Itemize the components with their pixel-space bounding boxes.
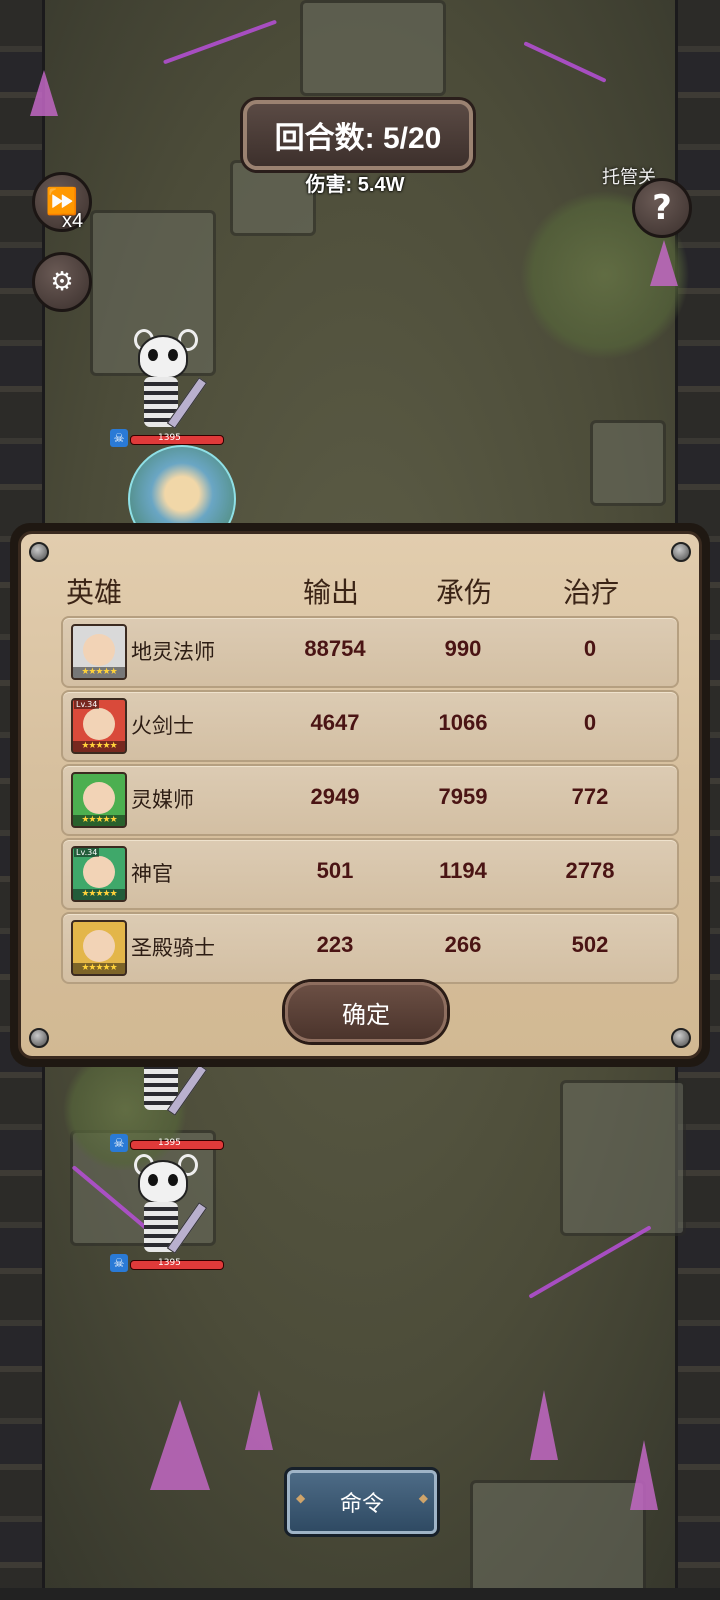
skull-badge-icon: ☠ [110,1254,128,1272]
supply-crates [470,1480,646,1596]
hero-portrait: ★★★★★ [71,772,127,828]
rivet [29,542,49,562]
hero-name: 地灵法师 [131,640,215,664]
rivet [671,542,691,562]
purple-crystal [630,1440,658,1510]
purple-crystal [650,240,678,286]
table-row: ★★★★★ 地灵法师 88754 990 0 [61,616,679,688]
floor-stone [590,420,666,506]
floor-stone [560,1080,686,1236]
hp-value: 1395 [158,433,181,443]
level-badge: Lv.34 [74,700,100,709]
hero-face [83,856,115,888]
question-icon: ? [652,188,672,228]
hero-portrait: ★★★★★ [71,920,127,976]
hero-portrait: Lv.34 ★★★★★ [71,846,127,902]
output-value: 4647 [310,710,360,735]
damage-taken-value: 7959 [438,784,488,809]
output-value: 2949 [310,784,360,809]
hero-name: 灵媒师 [131,788,194,812]
hp-value: 1395 [158,1138,181,1148]
hero-portrait: ★★★★★ [71,624,127,680]
command-label: 命令 [339,1492,384,1517]
command-button[interactable]: 命令 [287,1470,437,1534]
table-row: ★★★★★ 圣殿骑士 223 266 502 [61,912,679,984]
healing-value: 502 [571,932,609,957]
purple-crack [523,41,607,83]
hero-face [83,708,115,740]
supply-crates [300,0,446,96]
purple-crystal [30,70,58,116]
healing-value: 0 [583,710,597,735]
skull-badge-icon: ☠ [110,1134,128,1152]
column-header-damage-taken: 承伤 [436,576,493,609]
purple-crystal [245,1390,273,1450]
hero-face [83,634,115,666]
damage-taken-value: 266 [444,932,482,957]
parchment: 英雄 输出 承伤 治疗 ★★★★★ 地灵法师 88754 990 0 Lv.34… [18,531,702,1059]
confirm-button[interactable]: 确定 [285,982,447,1042]
healing-value: 0 [583,636,597,661]
column-header-output: 输出 [303,576,360,609]
star-rating: ★★★★★ [73,667,125,678]
skull [138,1160,188,1204]
table-row: Lv.34 ★★★★★ 火剑士 4647 1066 0 [61,690,679,762]
total-damage: 伤害: 5.4W [305,174,405,196]
hero-face [83,930,115,962]
damage-taken-value: 1194 [439,858,487,883]
star-rating: ★★★★★ [73,741,125,752]
battle-stats-panel: 英雄 输出 承伤 治疗 ★★★★★ 地灵法师 88754 990 0 Lv.34… [10,523,710,1067]
hero-name: 圣殿骑士 [131,936,215,960]
round-counter-text: 回合数: 5/20 [274,122,442,155]
star-rating: ★★★★★ [73,963,125,974]
hero-portrait: Lv.34 ★★★★★ [71,698,127,754]
skeleton-enemy[interactable]: ☠ 1395 [110,329,224,447]
star-rating: ★★★★★ [73,889,125,900]
table-row: Lv.34 ★★★★★ 神官 501 1194 2778 [61,838,679,910]
purple-crystal [150,1400,210,1490]
purple-crack [162,19,278,65]
skeleton-enemy[interactable]: ☠ 1395 [110,1154,224,1272]
table-row: ★★★★★ 灵媒师 2949 7959 772 [61,764,679,836]
output-value: 501 [316,858,354,883]
hero-name: 神官 [131,862,173,886]
help-button[interactable]: ? [632,178,692,238]
skull [138,335,188,379]
output-value: 223 [316,932,354,957]
rivet [29,1028,49,1048]
healing-value: 772 [571,784,609,809]
skull-badge-icon: ☠ [110,429,128,447]
speed-multiplier: x4 [62,210,84,232]
column-header-hero: 英雄 [66,576,123,609]
output-value: 88754 [304,636,366,661]
hero-name: 火剑士 [131,714,194,738]
hp-value: 1395 [158,1258,181,1268]
damage-taken-value: 1066 [438,710,488,735]
level-badge: Lv.34 [74,848,100,857]
damage-taken-value: 990 [444,636,482,661]
purple-crystal [530,1390,558,1460]
rivet [671,1028,691,1048]
bottom-bar [0,1588,720,1600]
healing-value: 2778 [565,858,615,883]
round-counter: 回合数: 5/20 [243,100,473,170]
purple-crack [528,1225,652,1299]
settings-button[interactable]: ⚙ [32,252,92,312]
confirm-label: 确定 [342,1000,390,1029]
gear-icon: ⚙ [50,267,74,297]
column-header-healing: 治疗 [563,576,620,609]
star-rating: ★★★★★ [73,815,125,826]
hero-face [83,782,115,814]
